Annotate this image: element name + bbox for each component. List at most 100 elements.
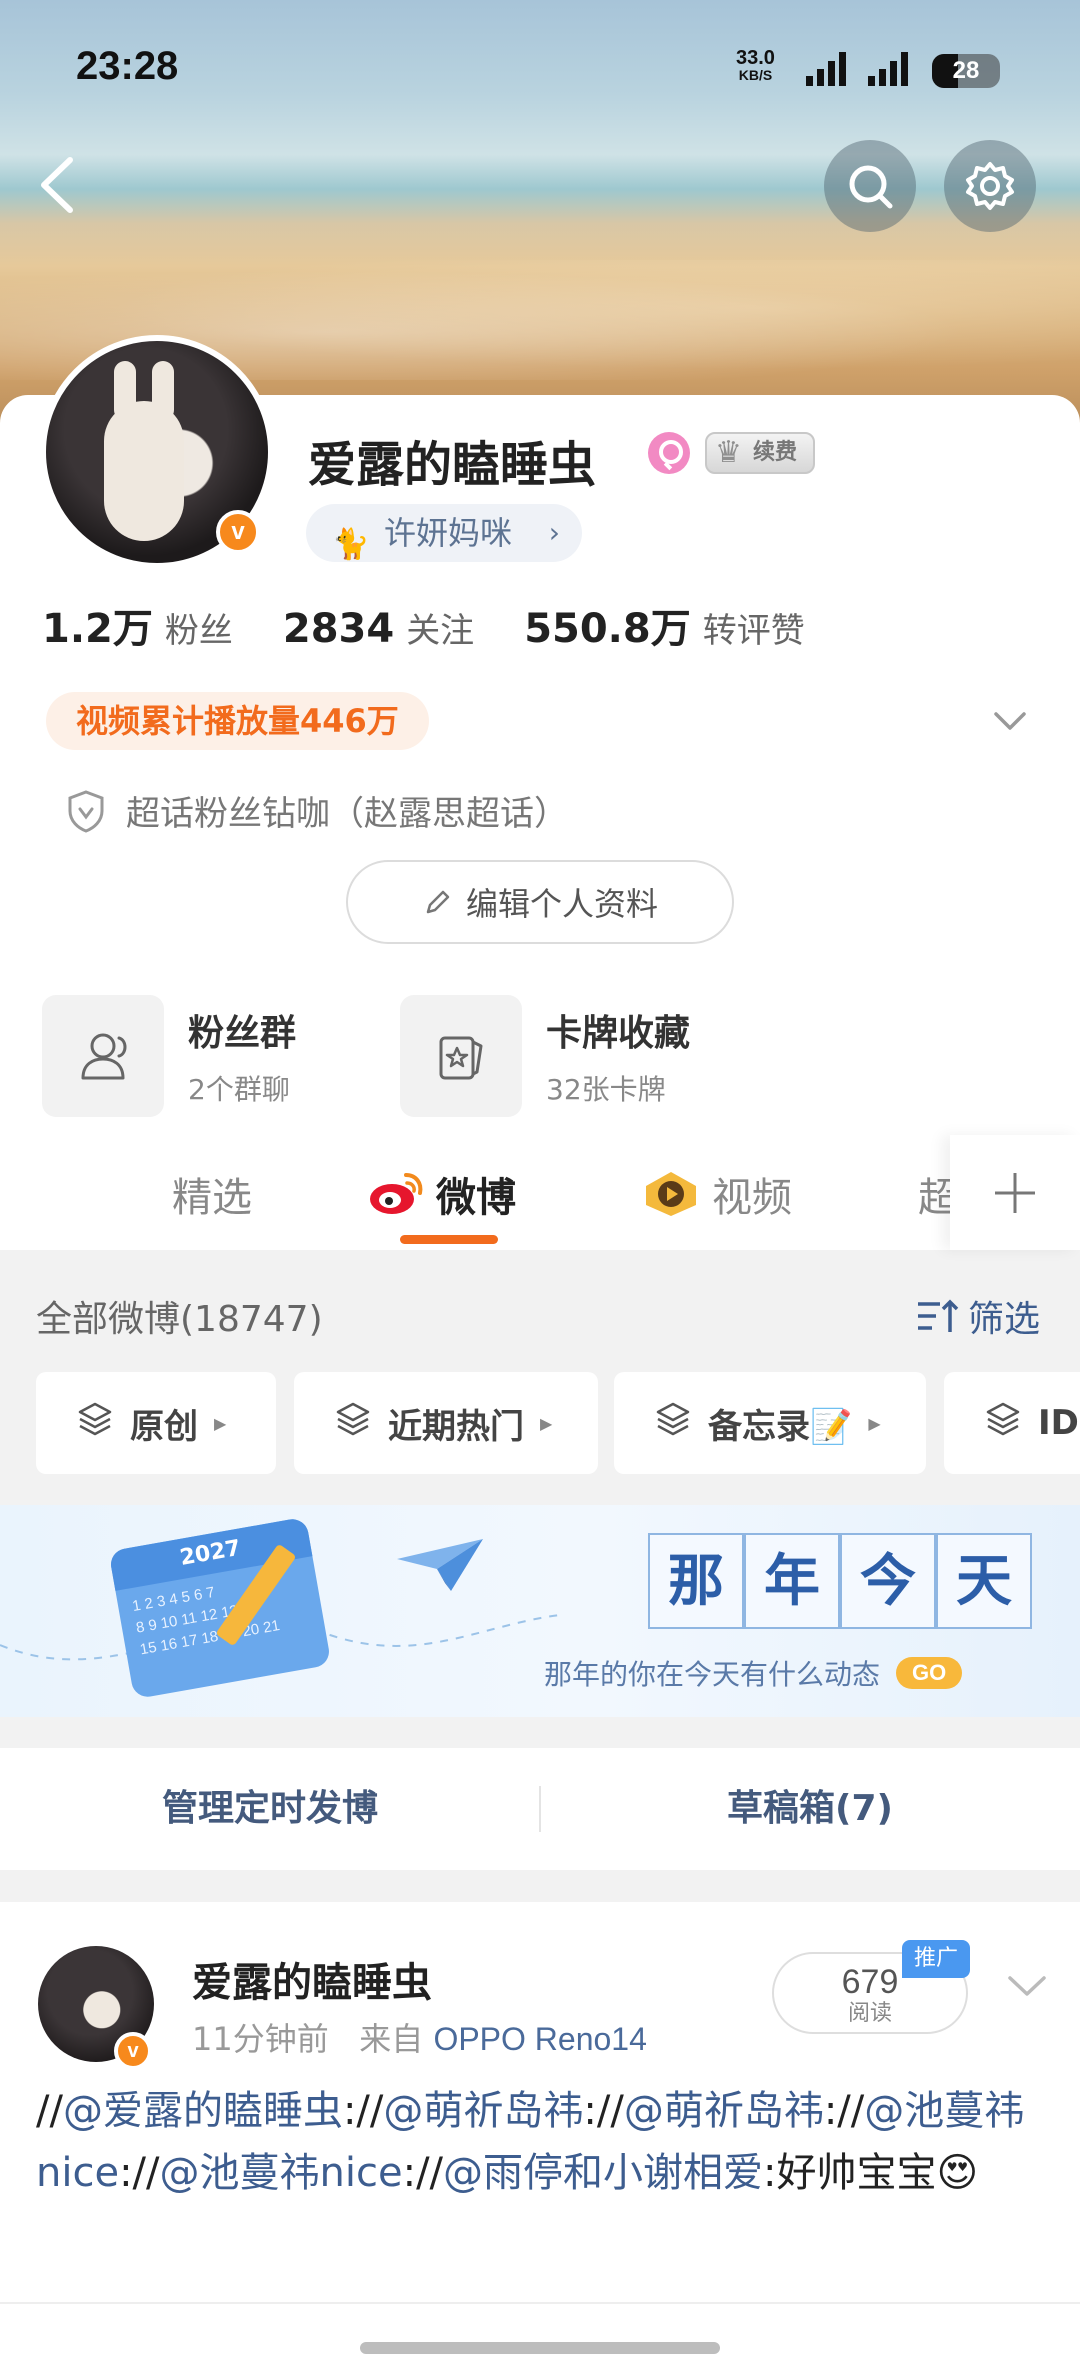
caret-right-icon: ▶	[540, 1413, 553, 1433]
edit-profile-button[interactable]: 编辑个人资料	[346, 860, 734, 944]
home-indicator[interactable]	[360, 2342, 720, 2354]
network-speed-value: 33.0	[736, 47, 775, 69]
scheduled-posts-button[interactable]: 管理定时发博	[0, 1748, 540, 1870]
filter-button[interactable]: 筛选	[914, 1290, 1040, 1342]
tab-weibo-label: 微博	[436, 1175, 516, 1221]
tab-featured[interactable]: 精选	[172, 1165, 252, 1223]
profile-stats: 1.2万 粉丝 2834 关注 550.8万 转评赞	[42, 596, 855, 654]
filter-label: 筛选	[967, 1299, 1040, 1340]
chip-recent-hot[interactable]: 近期热门 ▶	[294, 1372, 598, 1474]
stat-followers-label: 粉丝	[164, 611, 233, 651]
stat-followers[interactable]: 1.2万 粉丝	[42, 596, 233, 654]
status-bar: 23:28 33.0 KB/S 28	[0, 0, 1080, 140]
stat-interactions[interactable]: 550.8万 转评赞	[524, 596, 805, 654]
chip-memo[interactable]: 备忘录📝 ▶	[614, 1372, 926, 1474]
post-mention-link[interactable]: @池蔓祎nice	[160, 2150, 403, 2196]
tab-weibo[interactable]: 微博	[366, 1165, 516, 1223]
post-source-prefix: 来自	[359, 2020, 424, 2058]
chip-id-label: ID	[1038, 1403, 1079, 1443]
shield-icon	[68, 789, 104, 833]
layers-icon	[334, 1400, 372, 1447]
signal-icon-2	[868, 52, 908, 86]
cat-icon: 🐈	[332, 527, 370, 562]
on-this-day-subtitle-text: 那年的你在今天有什么动态	[544, 1658, 881, 1691]
vip-renew-badge[interactable]: 续费	[705, 432, 815, 474]
network-speed: 33.0 KB/S	[736, 48, 775, 82]
chevron-right-icon: ›	[548, 516, 560, 549]
weibo-post[interactable]: v 爱露的瞌睡虫 11分钟前 来自 OPPO Reno14 679 阅读 推广 …	[0, 1902, 1080, 2302]
post-text-segment: //	[36, 2088, 63, 2134]
settings-button[interactable]	[944, 140, 1036, 232]
female-gender-icon	[648, 432, 690, 474]
chevron-down-icon[interactable]	[990, 700, 1030, 740]
post-mention-link[interactable]: @萌祈岛祎	[383, 2088, 583, 2134]
video-badge-icon	[646, 1172, 696, 1216]
people-icon	[81, 1033, 127, 1080]
drafts-button[interactable]: 草稿箱(7)	[540, 1748, 1080, 1870]
chip-memo-label: 备忘录📝	[708, 1406, 853, 1447]
stat-followers-count: 1.2万	[42, 606, 153, 652]
stat-following[interactable]: 2834 关注	[283, 603, 474, 652]
post-mention-link[interactable]: @萌祈岛祎	[624, 2088, 824, 2134]
post-mention-link[interactable]: @雨停和小谢相爱	[443, 2150, 763, 2196]
active-tab-indicator	[400, 1235, 498, 1244]
battery-icon: 28	[932, 54, 1000, 88]
profile-username: 爱露的瞌睡虫	[308, 437, 597, 493]
fan-group-sub: 2个群聊	[188, 1073, 290, 1106]
post-meta: 11分钟前 来自 OPPO Reno14	[192, 2014, 647, 2060]
post-author-name[interactable]: 爱露的瞌睡虫	[192, 1950, 432, 2008]
title-char-1: 那	[648, 1533, 744, 1629]
paper-plane-icon	[397, 1539, 483, 1591]
tab-video[interactable]: 视频	[640, 1165, 792, 1223]
post-text-segment: ://	[583, 2088, 624, 2134]
on-this-day-banner[interactable]: 2027 1 2 3 4 5 6 7 8 9 10 11 12 13 14 15…	[0, 1505, 1080, 1717]
fan-group-entry[interactable]: 粉丝群 2个群聊	[42, 995, 296, 1117]
superchat-label: 超话粉丝钻咖（赵露思超话）	[126, 794, 568, 834]
network-speed-unit: KB/S	[738, 67, 773, 83]
post-time: 11分钟前	[192, 2020, 329, 2058]
stat-interactions-label: 转评赞	[702, 611, 805, 651]
profile-tabs: 精选 微博 视频 超	[0, 1135, 1080, 1250]
on-this-day-title: 那 年 今 天	[648, 1533, 1032, 1629]
add-tab-button[interactable]	[950, 1135, 1080, 1250]
vip-renew-label: 续费	[753, 440, 798, 465]
post-more-chevron-icon[interactable]	[1006, 1972, 1048, 2002]
status-time: 23:28	[76, 44, 179, 88]
promote-tag[interactable]: 推广	[902, 1940, 970, 1978]
post-text-segment: ://	[119, 2150, 160, 2196]
card-collection-entry[interactable]: 卡牌收藏 32张卡牌	[400, 995, 690, 1117]
back-button[interactable]	[28, 150, 88, 220]
superchat-fan-level[interactable]: 超话粉丝钻咖（赵露思超话）	[66, 786, 568, 835]
card-star-icon	[439, 1036, 483, 1080]
battery-level: 28	[952, 57, 980, 84]
go-button[interactable]: GO	[896, 1657, 963, 1689]
search-button[interactable]	[824, 140, 916, 232]
fan-group-title: 粉丝群	[188, 1013, 297, 1054]
plus-icon	[995, 1172, 1035, 1213]
signal-icon	[806, 52, 846, 86]
search-icon	[849, 165, 893, 209]
relation-tag[interactable]: 🐈 许妍妈咪 ›	[306, 504, 582, 562]
verified-badge-icon: v	[216, 510, 260, 554]
layers-icon	[654, 1400, 692, 1447]
back-arrow-icon	[41, 157, 73, 213]
post-text-segment: ://	[342, 2088, 384, 2134]
layers-icon	[76, 1400, 114, 1447]
post-verified-badge-icon: v	[114, 2032, 152, 2070]
gear-icon	[966, 162, 1014, 210]
card-collection-title: 卡牌收藏	[546, 1013, 691, 1054]
tab-video-label: 视频	[712, 1175, 792, 1221]
relation-tag-label: 许妍妈咪	[384, 514, 513, 552]
chip-original-label: 原创	[130, 1406, 198, 1447]
stat-following-count: 2834	[282, 606, 395, 652]
caret-right-icon: ▶	[868, 1413, 881, 1433]
bottom-area	[0, 2302, 1080, 2373]
post-mention-link[interactable]: @爱露的瞌睡虫	[63, 2088, 343, 2134]
post-device[interactable]: OPPO Reno14	[433, 2021, 646, 2057]
pencil-icon	[426, 890, 450, 914]
chip-recent-hot-label: 近期热门	[388, 1406, 524, 1447]
title-char-3: 今	[840, 1533, 936, 1629]
chip-original[interactable]: 原创 ▶	[36, 1372, 276, 1474]
chip-id[interactable]: ID	[944, 1372, 1080, 1474]
video-play-count-badge[interactable]: 视频累计播放量446万	[46, 692, 429, 750]
